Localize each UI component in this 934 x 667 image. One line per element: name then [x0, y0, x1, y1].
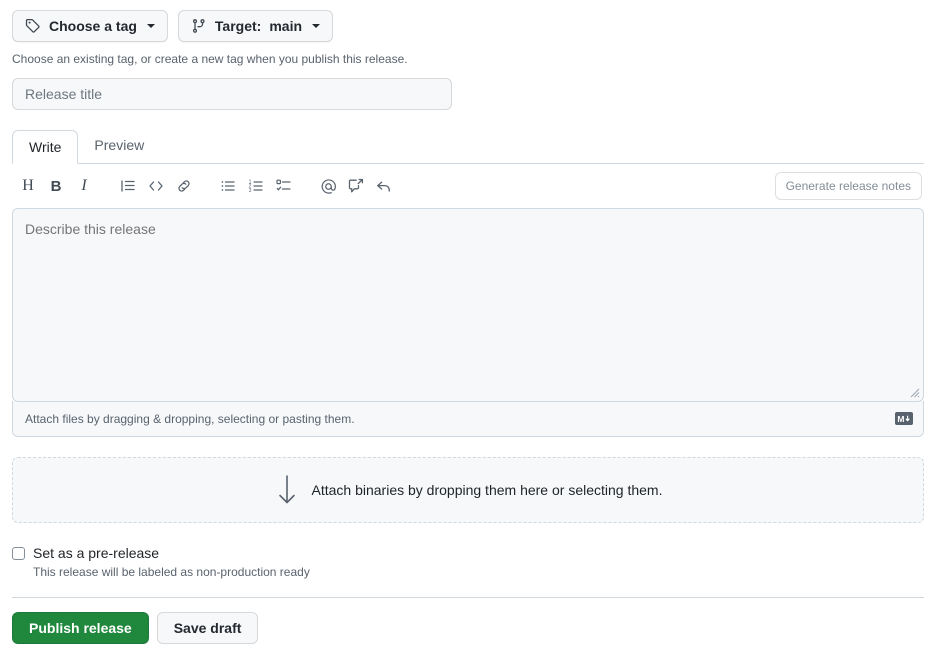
git-branch-icon	[191, 18, 207, 34]
attach-files-bar[interactable]: Attach files by dragging & dropping, sel…	[12, 401, 924, 437]
bold-icon[interactable]: B	[42, 172, 70, 200]
download-arrow-icon	[274, 473, 300, 507]
markdown-toolbar: H B I 1 2 3 Generate release notes	[12, 164, 924, 208]
prerelease-label[interactable]: Set as a pre-release	[33, 545, 159, 561]
quote-icon[interactable]	[114, 172, 142, 200]
release-title-input[interactable]	[12, 78, 452, 110]
link-icon[interactable]	[170, 172, 198, 200]
prerelease-row: Set as a pre-release	[12, 545, 934, 561]
tab-write[interactable]: Write	[12, 130, 79, 164]
choose-tag-label: Choose a tag	[49, 18, 137, 34]
code-icon[interactable]	[142, 172, 170, 200]
target-label: Target:	[214, 18, 262, 34]
cross-reference-icon[interactable]	[342, 172, 370, 200]
prerelease-description: This release will be labeled as non-prod…	[33, 565, 310, 579]
release-body-editor: Write Preview H B I 1 2 3 Generate relea…	[12, 130, 924, 437]
release-title-wrap	[0, 66, 934, 110]
unordered-list-icon[interactable]	[214, 172, 242, 200]
prerelease-checkbox[interactable]	[12, 546, 25, 560]
form-actions: Publish release Save draft	[0, 598, 934, 644]
release-body-textarea-box	[12, 208, 924, 402]
save-draft-button[interactable]: Save draft	[156, 612, 259, 644]
release-meta-row: Choose a tag Target: main	[0, 0, 934, 42]
tag-icon	[25, 18, 41, 34]
markdown-icon[interactable]: M	[895, 412, 913, 425]
editor-tabs: Write Preview	[12, 130, 924, 164]
target-value: main	[269, 18, 303, 34]
create-release-form: Choose a tag Target: main Choose an exis…	[0, 0, 934, 667]
chevron-down-icon	[312, 24, 321, 28]
svg-text:3: 3	[249, 188, 252, 194]
release-body-textarea[interactable]	[13, 209, 923, 401]
choose-tag-button[interactable]: Choose a tag	[12, 10, 168, 42]
chevron-down-icon	[146, 24, 155, 28]
heading-icon[interactable]: H	[14, 172, 42, 200]
tab-preview[interactable]: Preview	[78, 129, 160, 163]
target-branch-button[interactable]: Target: main	[177, 10, 334, 42]
generate-release-notes-button[interactable]: Generate release notes	[774, 172, 922, 200]
ordered-list-icon[interactable]: 1 2 3	[242, 172, 270, 200]
publish-release-button[interactable]: Publish release	[12, 612, 149, 644]
binaries-dropzone-text: Attach binaries by dropping them here or…	[311, 482, 663, 498]
italic-icon[interactable]: I	[70, 172, 98, 200]
reply-icon[interactable]	[370, 172, 398, 200]
prerelease-section: Set as a pre-release This release will b…	[0, 523, 934, 579]
mention-icon[interactable]	[314, 172, 342, 200]
svg-text:M: M	[897, 414, 904, 424]
binaries-dropzone[interactable]: Attach binaries by dropping them here or…	[12, 457, 924, 523]
task-list-icon[interactable]	[270, 172, 298, 200]
tag-helper-text: Choose an existing tag, or create a new …	[12, 52, 408, 66]
attach-files-text: Attach files by dragging & dropping, sel…	[25, 411, 355, 426]
